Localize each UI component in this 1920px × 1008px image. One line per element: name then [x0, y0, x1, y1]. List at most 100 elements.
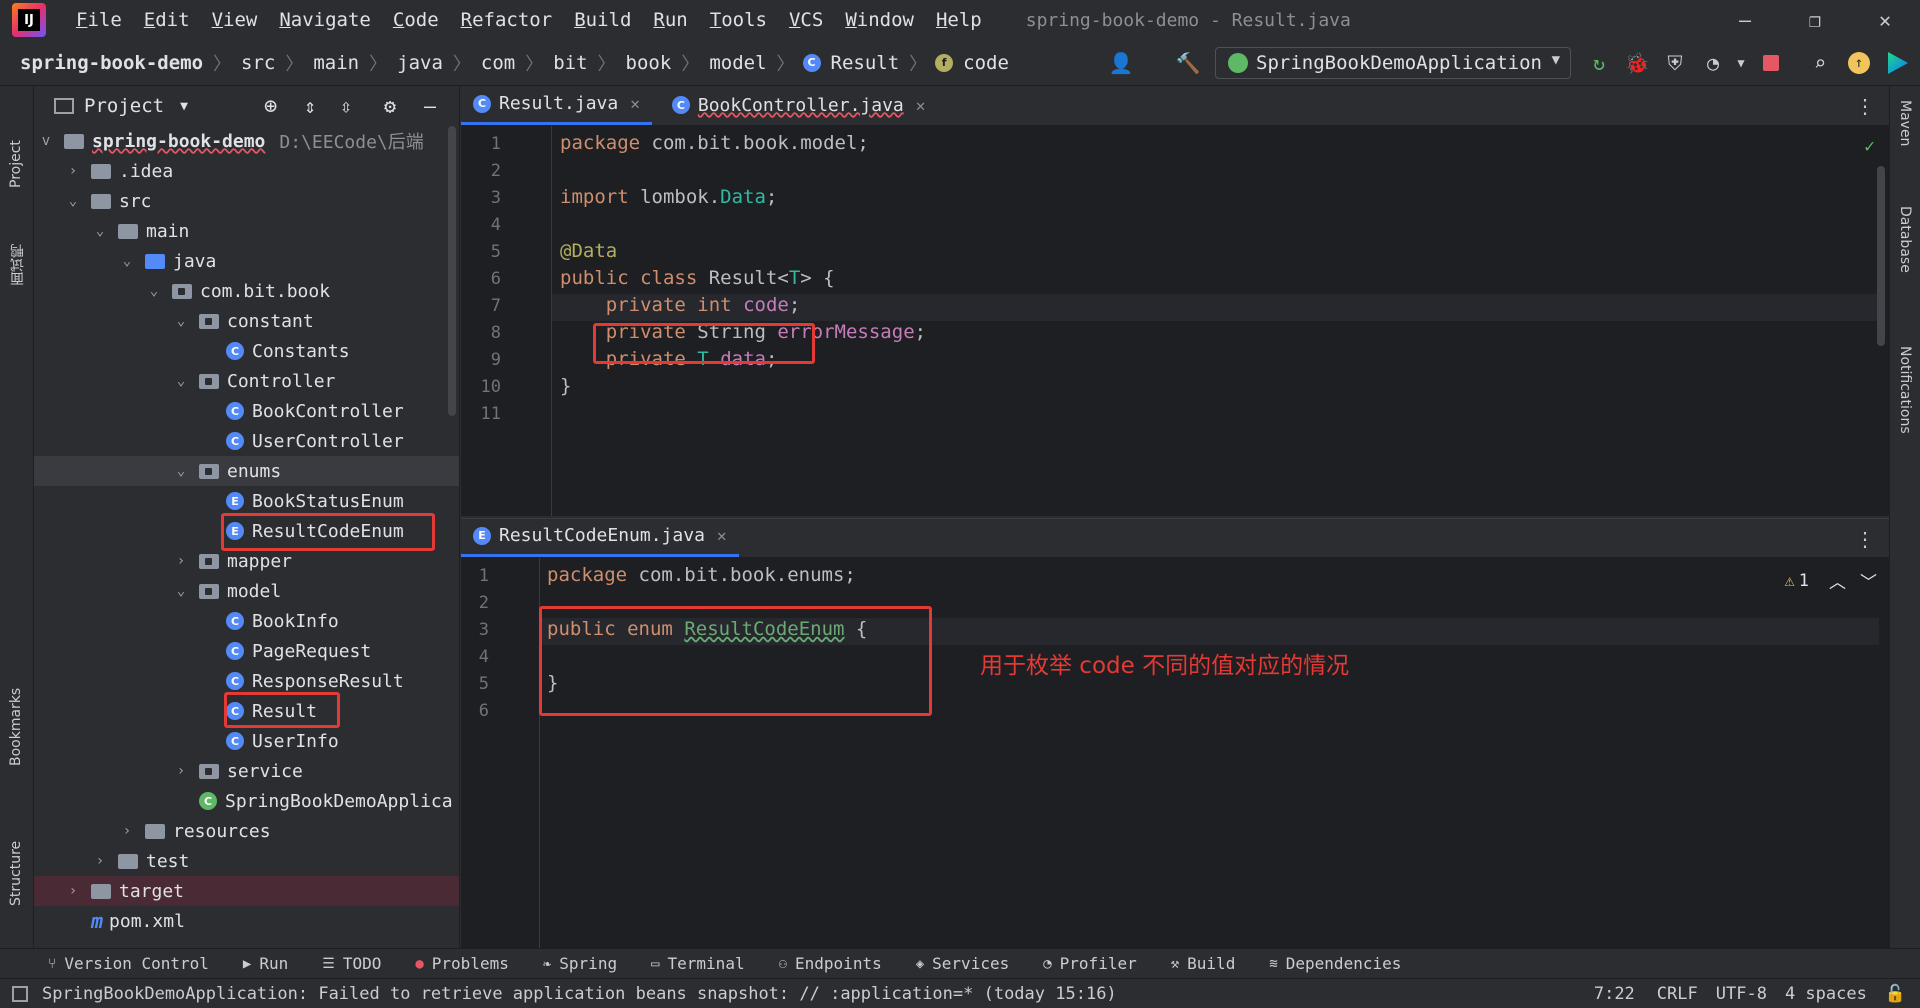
tree-item[interactable]: C Constants — [34, 336, 459, 366]
chevron-right-icon[interactable]: › — [173, 553, 189, 569]
breadcrumb-item[interactable]: bit — [551, 52, 589, 74]
code-line[interactable]: } — [560, 375, 571, 397]
gear-icon[interactable]: ⚙ — [384, 94, 396, 118]
notifications-tool-tab[interactable]: Notifications — [1897, 346, 1913, 506]
tool-window-spring[interactable]: ❧ Spring — [543, 954, 617, 973]
tab-bookcontroller-java[interactable]: C BookController.java ✕ — [660, 85, 938, 125]
status-message[interactable]: SpringBookDemoApplication: Failed to ret… — [42, 984, 1594, 1004]
chevron-down-icon[interactable]: ⌄ — [119, 253, 135, 269]
more-run-chevron-icon[interactable]: ▼ — [1728, 50, 1754, 76]
menu-help[interactable]: Help — [936, 9, 982, 31]
tool-window-terminal[interactable]: ▭ Terminal — [651, 954, 745, 973]
indent-setting[interactable]: 4 spaces — [1785, 984, 1867, 1004]
debug-icon[interactable]: 🐞 — [1624, 50, 1650, 76]
tree-item[interactable]: C UserInfo — [34, 726, 459, 756]
coverage-icon[interactable]: ⛨ — [1662, 50, 1688, 76]
hide-panel-icon[interactable]: — — [424, 94, 436, 118]
tree-item[interactable]: › target — [34, 876, 459, 906]
menu-code[interactable]: Code — [393, 9, 439, 31]
chevron-right-icon[interactable]: › — [65, 883, 81, 899]
menu-navigate[interactable]: Navigate — [279, 9, 371, 31]
chevron-down-icon[interactable]: ⌄ — [173, 313, 189, 329]
tree-item[interactable]: › test — [34, 846, 459, 876]
menu-build[interactable]: Build — [574, 9, 631, 31]
inspection-widget[interactable]: ⚠ 1 ︿ ﹀ — [1785, 568, 1878, 594]
tree-item[interactable]: C UserController — [34, 426, 459, 456]
tool-window-endpoints[interactable]: ⚇ Endpoints — [779, 954, 882, 973]
project-panel-title[interactable]: Project — [84, 95, 164, 117]
chevron-down-icon[interactable]: ⌄ — [173, 583, 189, 599]
tab-resultcodeenum-java[interactable]: E ResultCodeEnum.java ✕ — [461, 517, 739, 557]
code-line[interactable]: public class Result<T> { — [560, 267, 835, 289]
close-tab-icon[interactable]: ✕ — [630, 94, 640, 113]
tool-window-build[interactable]: ⚒ Build — [1171, 954, 1236, 973]
stop-icon[interactable] — [1758, 50, 1784, 76]
breadcrumb-item[interactable]: book — [624, 52, 674, 74]
line-separator[interactable]: CRLF — [1657, 984, 1698, 1004]
database-tool-tab[interactable]: Database — [1897, 206, 1913, 316]
close-tab-icon[interactable]: ✕ — [916, 96, 926, 115]
build-hammer-icon[interactable]: 🔨 — [1175, 50, 1201, 76]
tree-item[interactable]: C BookController — [34, 396, 459, 426]
close-window-icon[interactable]: ✕ — [1855, 0, 1915, 40]
more-options-icon[interactable]: ⋮ — [1855, 94, 1875, 118]
tree-item[interactable]: C PageRequest — [34, 636, 459, 666]
tree-item[interactable]: C SpringBookDemoApplica — [34, 786, 459, 816]
breadcrumb-item[interactable]: com — [479, 52, 517, 74]
close-tab-icon[interactable]: ✕ — [717, 526, 727, 545]
tree-item[interactable]: › .idea — [34, 156, 459, 186]
tree-item[interactable]: ⌄ Controller — [34, 366, 459, 396]
tool-window-dependencies[interactable]: ≋ Dependencies — [1269, 954, 1401, 973]
tree-item[interactable]: › resources — [34, 816, 459, 846]
breadcrumb-item[interactable]: main — [311, 52, 361, 74]
tree-item[interactable]: ⌄ model — [34, 576, 459, 606]
tree-item[interactable]: ⌄ src — [34, 186, 459, 216]
rerun-icon[interactable]: ↻ — [1586, 50, 1612, 76]
maven-tool-tab[interactable]: Maven — [1897, 100, 1913, 190]
editor-scrollbar[interactable] — [1877, 166, 1885, 346]
search-icon[interactable]: ⌕ — [1807, 50, 1833, 76]
code-line[interactable]: package com.bit.book.model; — [560, 132, 869, 154]
status-toggle-icon[interactable] — [12, 985, 28, 1002]
tree-item[interactable]: C BookInfo — [34, 606, 459, 636]
tree-item[interactable]: m pom.xml — [34, 906, 459, 936]
collapse-all-icon[interactable]: ⇳ — [340, 94, 352, 118]
tree-item[interactable]: ⌄ enums — [34, 456, 459, 486]
tree-root[interactable]: v spring-book-demo D:\EECode\后端 — [34, 126, 459, 156]
caret-position[interactable]: 7:22 — [1594, 984, 1635, 1004]
tree-item[interactable]: › service — [34, 756, 459, 786]
chevron-down-icon[interactable]: v — [38, 133, 54, 149]
jetbrains-toolbox-icon[interactable] — [1885, 50, 1911, 76]
tool-window-run[interactable]: ▶ Run — [243, 954, 288, 973]
breadcrumb-item[interactable]: code — [961, 52, 1011, 74]
tool-window-todo[interactable]: ☰ TODO — [322, 954, 381, 973]
run-configuration-select[interactable]: SpringBookDemoApplication ▼ — [1215, 47, 1571, 79]
tool-window-problems[interactable]: ● Problems — [415, 954, 509, 973]
tree-item[interactable]: ⌄ com.bit.book — [34, 276, 459, 306]
restore-icon[interactable]: ❐ — [1785, 0, 1845, 40]
profile-icon[interactable]: ◔ — [1700, 50, 1726, 76]
chevron-down-icon[interactable]: ⌄ — [92, 223, 108, 239]
file-encoding[interactable]: UTF-8 — [1716, 984, 1767, 1004]
chevron-down-icon[interactable]: ⌄ — [65, 193, 81, 209]
tree-item[interactable]: E BookStatusEnum — [34, 486, 459, 516]
chevron-right-icon[interactable]: › — [92, 853, 108, 869]
tree-item[interactable]: ⌄ main — [34, 216, 459, 246]
structure-tool-tab[interactable]: Structure — [8, 816, 24, 906]
tool-window-profiler[interactable]: ◔ Profiler — [1043, 954, 1137, 973]
menu-vcs[interactable]: VCS — [789, 9, 823, 31]
breadcrumb-item[interactable]: Result — [829, 52, 902, 74]
expand-all-icon[interactable]: ⇕ — [304, 94, 316, 118]
tab-result-java[interactable]: C Result.java ✕ — [461, 85, 652, 125]
chevron-right-icon[interactable]: › — [119, 823, 135, 839]
tool-window-version-control[interactable]: ⑂ Version Control — [48, 954, 209, 973]
menu-run[interactable]: Run — [653, 9, 687, 31]
menu-refactor[interactable]: Refactor — [461, 9, 553, 31]
previous-highlight-icon[interactable]: ︿ — [1829, 568, 1846, 593]
tree-scrollbar[interactable] — [448, 126, 456, 416]
more-options-icon[interactable]: ⋮ — [1855, 527, 1875, 551]
menu-view[interactable]: View — [212, 9, 258, 31]
menu-edit[interactable]: Edit — [144, 9, 190, 31]
breadcrumb-item[interactable]: java — [395, 52, 445, 74]
tree-item[interactable]: ⌄ constant — [34, 306, 459, 336]
